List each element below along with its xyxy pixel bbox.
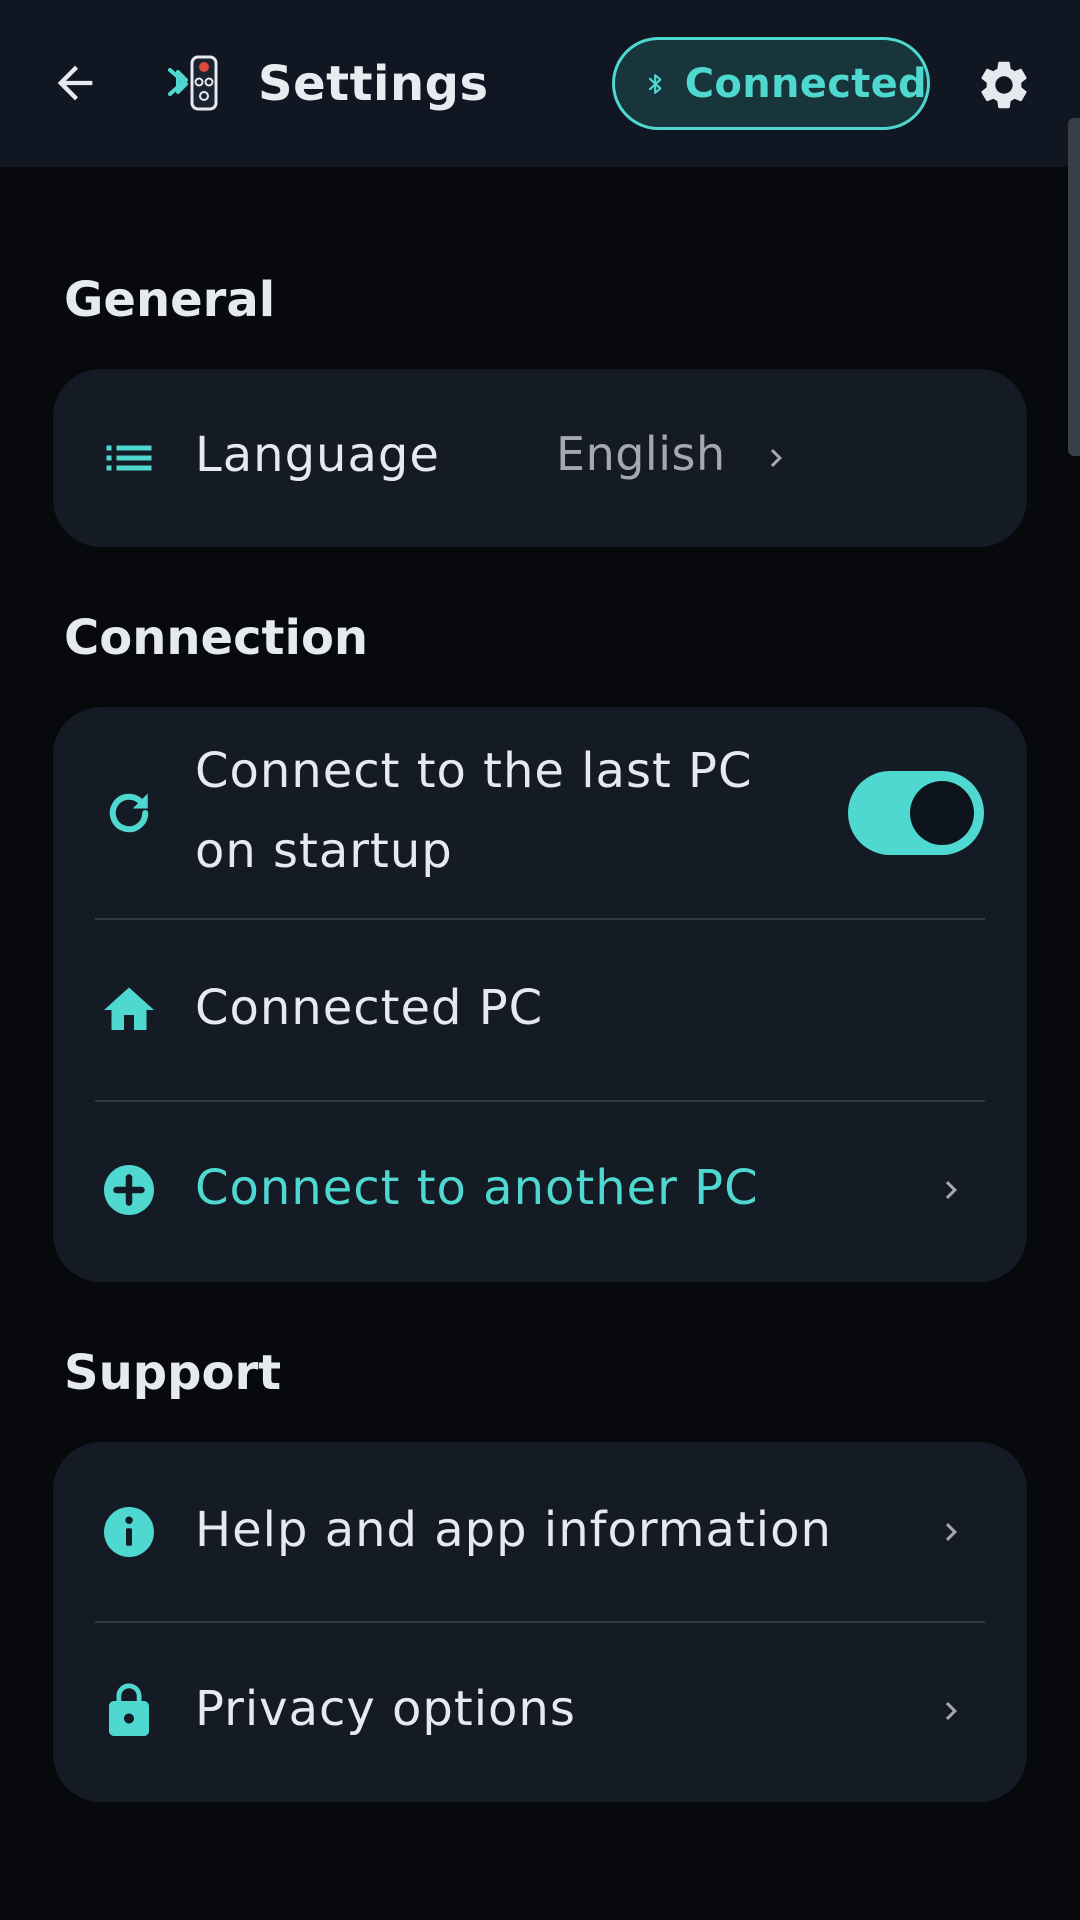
auto-connect-label-line1: Connect to the last PC bbox=[195, 743, 753, 799]
connection-card: Connect to the last PC on startup Connec… bbox=[53, 707, 1027, 1282]
language-value: English bbox=[556, 427, 726, 481]
refresh-icon bbox=[109, 793, 149, 833]
chevron-right-icon bbox=[945, 1181, 957, 1199]
section-title-connection: Connection bbox=[64, 610, 369, 666]
bluetooth-icon bbox=[648, 73, 662, 94]
connected-pc-label: Connected PC bbox=[195, 980, 544, 1036]
info-icon bbox=[104, 1507, 154, 1557]
arrow-left-icon bbox=[57, 65, 93, 101]
top-app-bar: Settings Connected bbox=[0, 0, 1080, 167]
lock-icon bbox=[109, 1683, 149, 1736]
connected-pc-row[interactable]: Connected PC bbox=[53, 920, 1027, 1100]
bluetooth-remote-logo bbox=[168, 55, 218, 111]
auto-connect-toggle[interactable] bbox=[848, 771, 984, 855]
help-row[interactable]: Help and app information bbox=[53, 1442, 1027, 1622]
auto-connect-label-line2: on startup bbox=[195, 823, 453, 879]
connection-status-badge[interactable]: Connected bbox=[612, 37, 930, 130]
back-button[interactable] bbox=[44, 52, 106, 114]
general-card: Language English bbox=[53, 369, 1027, 547]
support-card: Help and app information Privacy options bbox=[53, 1442, 1027, 1802]
connect-another-pc-label: Connect to another PC bbox=[195, 1160, 759, 1216]
list-icon bbox=[106, 445, 152, 471]
connection-status-label: Connected bbox=[684, 60, 927, 107]
scrollbar-thumb[interactable] bbox=[1068, 118, 1080, 456]
toggle-knob bbox=[910, 781, 974, 845]
chevron-right-icon bbox=[770, 449, 782, 467]
privacy-label: Privacy options bbox=[195, 1681, 576, 1737]
home-icon bbox=[104, 987, 154, 1030]
chevron-right-icon bbox=[945, 1523, 957, 1541]
section-title-general: General bbox=[64, 272, 276, 328]
section-title-support: Support bbox=[64, 1345, 282, 1401]
language-row[interactable]: Language English bbox=[53, 369, 1027, 547]
connect-another-pc-row[interactable]: Connect to another PC bbox=[53, 1102, 1027, 1282]
auto-connect-row[interactable]: Connect to the last PC on startup bbox=[53, 707, 1027, 919]
page-title: Settings bbox=[258, 56, 489, 112]
help-label: Help and app information bbox=[195, 1502, 832, 1558]
gear-icon[interactable] bbox=[975, 56, 1033, 114]
language-label: Language bbox=[195, 427, 440, 483]
add-circle-icon bbox=[104, 1165, 154, 1215]
privacy-row[interactable]: Privacy options bbox=[53, 1623, 1027, 1802]
chevron-right-icon bbox=[945, 1702, 957, 1720]
